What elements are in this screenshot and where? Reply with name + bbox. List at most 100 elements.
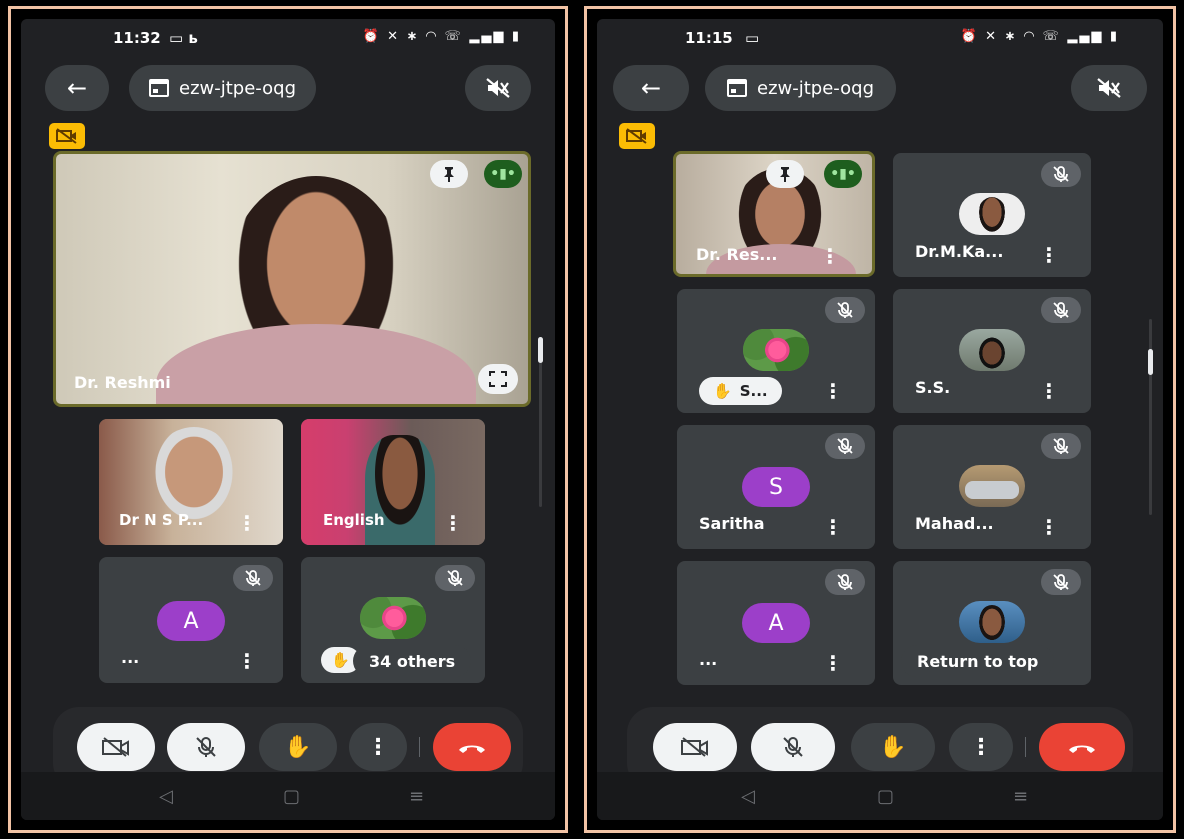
mic-toggle-button[interactable] — [751, 723, 835, 771]
avatar-face — [977, 605, 1007, 643]
more-vert-icon[interactable]: ⋮ — [823, 653, 843, 673]
muted-indicator — [233, 565, 273, 591]
muted-indicator — [825, 569, 865, 595]
calendar-icon — [149, 79, 169, 97]
mic-off-icon — [837, 438, 853, 454]
speaker-off-icon — [1097, 78, 1121, 98]
speaker-off-icon — [486, 78, 510, 98]
more-vert-icon[interactable]: ⋮ — [237, 651, 257, 671]
nav-home-button[interactable]: ▢ — [283, 786, 300, 807]
fullscreen-icon — [489, 371, 507, 387]
participant-tile[interactable]: A ... ⋮ — [677, 561, 875, 685]
mic-off-icon — [1053, 574, 1069, 590]
more-vert-icon[interactable]: ⋮ — [820, 246, 840, 266]
avatar: S — [742, 467, 810, 507]
more-options-button[interactable]: ⋮ — [949, 723, 1013, 771]
more-vert-icon[interactable]: ⋮ — [237, 513, 257, 533]
video-off-indicator — [619, 123, 655, 149]
participant-name: Dr. Reshmi — [74, 373, 171, 392]
participant-tile[interactable]: ✋ S... ⋮ — [677, 289, 875, 413]
meeting-info-chip[interactable]: ezw-jtpe-oqg — [705, 65, 896, 111]
flower-photo — [743, 329, 809, 371]
speaker-toggle-button[interactable] — [1071, 65, 1147, 111]
participant-name: Dr N S P... — [119, 511, 204, 529]
more-vert-icon[interactable]: ⋮ — [1039, 517, 1059, 537]
muted-indicator — [1041, 161, 1081, 187]
meeting-top-bar: ← ezw-jtpe-oqg — [597, 61, 1163, 113]
participant-tile[interactable]: ✋ 34 others — [301, 557, 485, 683]
pinned-participant-tile[interactable]: •▮• Dr. Reshmi — [53, 151, 531, 407]
raise-hand-button[interactable]: ✋ — [259, 723, 337, 771]
more-options-button[interactable]: ⋮ — [349, 723, 407, 771]
back-button[interactable]: ← — [613, 65, 689, 111]
camera-off-icon — [56, 128, 77, 144]
more-vert-icon[interactable]: ⋮ — [823, 381, 843, 401]
fullscreen-button[interactable] — [478, 364, 518, 394]
participant-tile[interactable]: Return to top — [893, 561, 1091, 685]
raised-hand-chip: ✋ S... — [699, 377, 782, 405]
avatar — [959, 329, 1025, 371]
participant-name: Dr. Res... — [696, 245, 778, 264]
participant-tile[interactable]: Mahad... ⋮ — [893, 425, 1091, 549]
calendar-icon — [727, 79, 747, 97]
more-vert-icon[interactable]: ⋮ — [443, 513, 463, 533]
audio-level-icon: •▮• — [490, 166, 516, 182]
nav-back-button[interactable]: ◁ — [741, 786, 755, 807]
meeting-info-chip[interactable]: ezw-jtpe-oqg — [129, 65, 316, 111]
participant-tile[interactable]: •▮• Dr. Res... ⋮ — [673, 151, 875, 277]
participant-tile[interactable]: Dr.M.Ka... ⋮ — [893, 153, 1091, 277]
avatar — [959, 193, 1025, 235]
scrollbar-thumb[interactable] — [1148, 349, 1153, 375]
participant-name: English — [323, 511, 385, 529]
camera-toggle-button[interactable] — [77, 723, 155, 771]
pin-icon — [780, 167, 790, 182]
nav-recents-button[interactable]: ≡ — [1013, 786, 1028, 807]
avatar: A — [157, 601, 225, 641]
participant-name: ... — [699, 650, 718, 669]
scrollbar-track[interactable] — [539, 355, 542, 507]
back-button[interactable]: ← — [45, 65, 109, 111]
participant-tile[interactable]: S Saritha ⋮ — [677, 425, 875, 549]
status-time: 11:15 — [685, 29, 733, 47]
avatar — [360, 597, 426, 639]
more-vert-icon[interactable]: ⋮ — [1039, 381, 1059, 401]
nav-home-button[interactable]: ▢ — [877, 786, 894, 807]
return-to-top-button[interactable]: Return to top — [901, 645, 1055, 677]
mic-off-icon — [837, 574, 853, 590]
status-system-icons: ⏰ ✕ ∗ ◠ ☏ ▂▄▆ ▮ — [362, 29, 521, 44]
nav-back-button[interactable]: ◁ — [159, 786, 173, 807]
speaker-toggle-button[interactable] — [465, 65, 531, 111]
raise-hand-icon: ✋ — [284, 734, 312, 760]
mic-off-icon — [837, 302, 853, 318]
others-count-chip[interactable]: 34 others — [353, 645, 472, 677]
nav-recents-button[interactable]: ≡ — [409, 786, 424, 807]
audio-level-icon: •▮• — [830, 166, 856, 182]
avatar — [743, 329, 809, 371]
mic-off-icon — [1053, 166, 1069, 182]
camera-toggle-button[interactable] — [653, 723, 737, 771]
mic-toggle-button[interactable] — [167, 723, 245, 771]
end-call-button[interactable] — [1039, 723, 1125, 771]
avatar-face — [977, 197, 1007, 235]
end-call-icon — [459, 745, 485, 753]
speaking-indicator: •▮• — [824, 160, 862, 188]
participant-tile[interactable]: S.S. ⋮ — [893, 289, 1091, 413]
end-call-button[interactable] — [433, 723, 511, 771]
mic-off-icon — [1053, 302, 1069, 318]
camera-off-icon — [626, 128, 647, 144]
participant-tile[interactable]: Dr N S P... ⋮ — [99, 419, 283, 545]
status-bar: 11:32 ▭ ь ⏰ ✕ ∗ ◠ ☏ ▂▄▆ ▮ — [21, 19, 555, 55]
meeting-top-bar: ← ezw-jtpe-oqg — [21, 61, 555, 113]
more-vert-icon[interactable]: ⋮ — [1039, 245, 1059, 265]
participant-tile[interactable]: English ⋮ — [301, 419, 485, 545]
raise-hand-button[interactable]: ✋ — [851, 723, 935, 771]
mic-off-icon — [196, 737, 216, 757]
unpin-button[interactable] — [430, 160, 468, 188]
muted-indicator — [435, 565, 475, 591]
status-notification-icons: ▭ ь — [169, 29, 198, 47]
unpin-button[interactable] — [766, 160, 804, 188]
scrollbar-thumb[interactable] — [538, 337, 543, 363]
participant-tile[interactable]: A ... ⋮ — [99, 557, 283, 683]
more-vert-icon[interactable]: ⋮ — [823, 517, 843, 537]
raise-hand-icon: ✋ — [713, 382, 732, 400]
